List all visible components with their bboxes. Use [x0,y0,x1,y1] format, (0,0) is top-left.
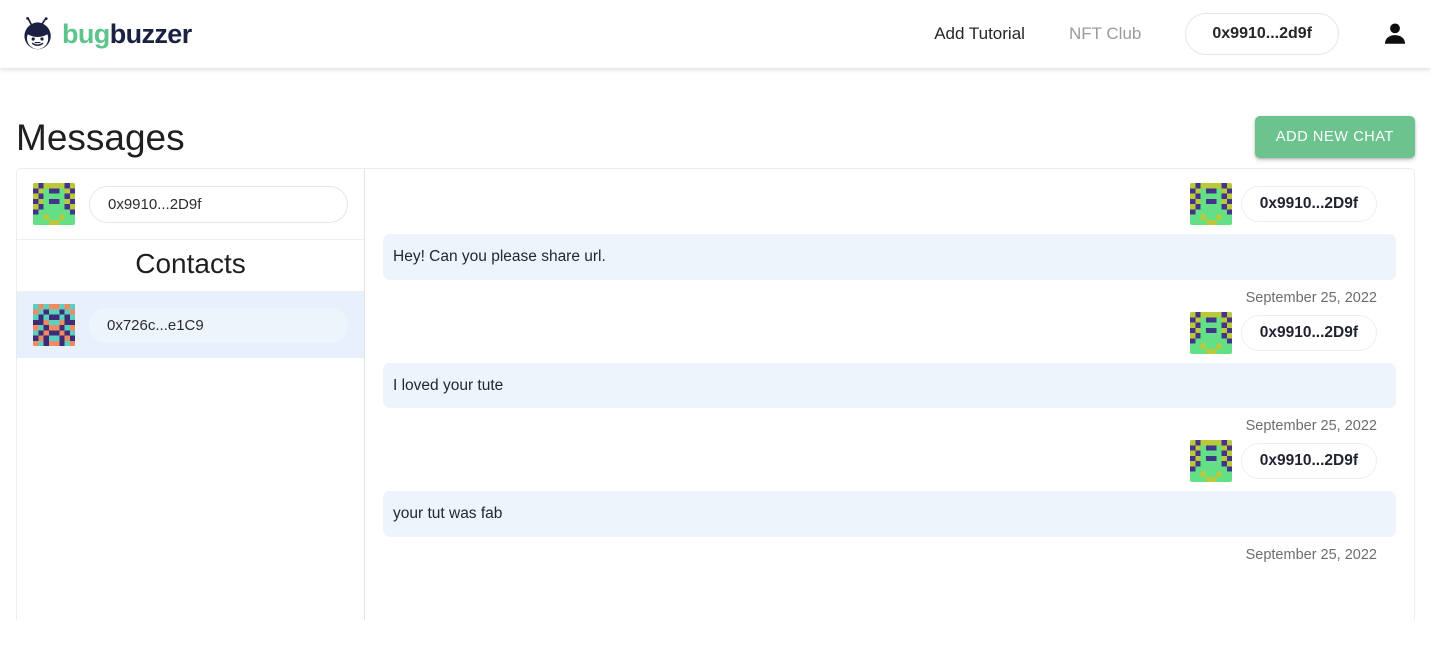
message-item: 0x9910...2D9f I loved your tute Septembe… [383,311,1396,434]
messages-panel: 0x9910...2D9f Contacts 0x726c...e1C9 0x9… [16,168,1415,620]
page-title: Messages [16,116,185,158]
message-sender-identicon [1189,440,1232,482]
app-header: bugbuzzer Add Tutorial NFT Club 0x9910..… [0,0,1431,68]
brand-text-buzzer: buzzer [109,18,193,49]
message-item: 0x9910...2D9f your tut was fab September… [383,440,1396,563]
message-date: September 25, 2022 [1245,546,1377,563]
message-sender-identicon [1189,183,1232,225]
message-date: September 25, 2022 [1245,418,1377,434]
message-author-address[interactable]: 0x9910...2D9f [1240,314,1377,351]
contacts-sidebar: 0x9910...2D9f Contacts 0x726c...e1C9 [17,169,365,620]
message-date: September 25, 2022 [1245,289,1377,306]
wallet-address-button[interactable]: 0x9910...2d9f [1185,13,1339,55]
message-author-row: 0x9910...2D9f [383,440,1396,482]
contact-identicon [33,304,75,346]
message-sender-identicon [1189,311,1232,354]
nav-nft-club[interactable]: NFT Club [1047,24,1163,44]
message-author-row: 0x9910...2D9f [383,183,1396,225]
page-body: Messages ADD NEW CHAT 0x9910...2D9f Cont… [0,68,1431,620]
message-author-row: 0x9910...2D9f [383,311,1396,354]
my-identicon [33,183,75,225]
contact-list-item[interactable]: 0x726c...e1C9 [17,292,364,358]
main-nav: Add Tutorial NFT Club 0x9910...2d9f [912,13,1431,55]
message-bubble: Hey! Can you please share url. [383,234,1396,280]
nav-add-tutorial[interactable]: Add Tutorial [912,24,1047,44]
page-header-row: Messages ADD NEW CHAT [16,68,1415,168]
my-account-row: 0x9910...2D9f [17,169,364,239]
bug-logo-icon [22,17,54,51]
message-bubble: I loved your tute [383,362,1396,408]
chat-thread: 0x9910...2D9f Hey! Can you please share … [365,169,1414,620]
contact-address[interactable]: 0x726c...e1C9 [89,307,348,343]
add-new-chat-button[interactable]: ADD NEW CHAT [1254,116,1415,158]
contacts-heading: Contacts [17,239,364,292]
brand-text-bug: bug [62,18,110,49]
message-bubble: your tut was fab [383,491,1396,537]
message-author-address[interactable]: 0x9910...2D9f [1240,186,1377,222]
brand-logo[interactable]: bugbuzzer [22,17,192,51]
message-item: 0x9910...2D9f Hey! Can you please share … [383,183,1396,306]
brand-wordmark: bugbuzzer [62,18,193,49]
message-author-address[interactable]: 0x9910...2D9f [1240,443,1377,479]
person-icon[interactable] [1381,20,1409,48]
my-address-display[interactable]: 0x9910...2D9f [89,185,348,223]
